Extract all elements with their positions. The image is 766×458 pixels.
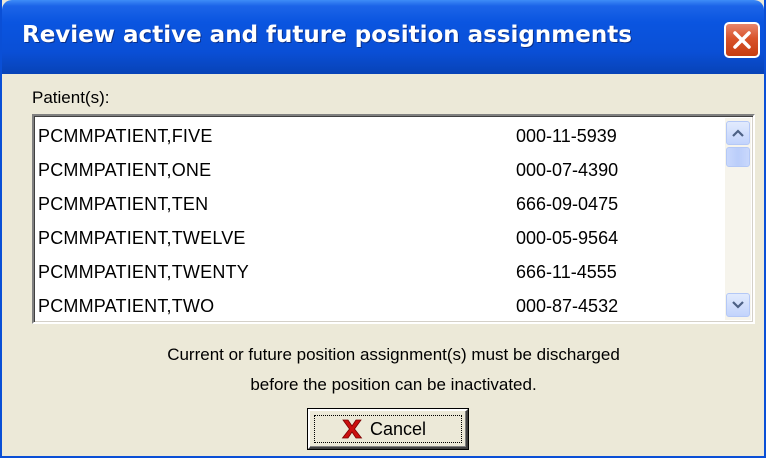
patient-name: PCMMPATIENT,TEN [38, 194, 209, 214]
scroll-thumb[interactable] [726, 147, 750, 167]
patient-ssn: 000-87-4532 [516, 296, 619, 316]
window-title: Review active and future position assign… [22, 22, 632, 48]
discharge-message: Current or future position assignment(s)… [32, 340, 755, 400]
cancel-label: Cancel [370, 419, 427, 439]
list-item[interactable]: PCMMPATIENT,FIVE 000-11-5939 [38, 120, 723, 154]
patient-ssn: 000-07-4390 [516, 160, 619, 180]
patient-ssn: 666-09-0475 [516, 194, 619, 214]
cancel-button[interactable]: Cancel [308, 409, 468, 449]
chevron-down-icon [732, 301, 744, 309]
dialog-window: Review active and future position assign… [0, 0, 766, 458]
patient-name: PCMMPATIENT,TWENTY [38, 262, 249, 282]
patient-name: PCMMPATIENT,TWO [38, 296, 215, 316]
message-line-1: Current or future position assignment(s)… [167, 345, 620, 364]
patient-ssn: 000-11-5939 [516, 126, 617, 146]
patient-rows: PCMMPATIENT,FIVE 000-11-5939 PCMMPATIENT… [38, 120, 723, 324]
list-item[interactable]: PCMMPATIENT,ONE 000-07-4390 [38, 154, 723, 188]
title-bar[interactable]: Review active and future position assign… [2, 0, 764, 74]
patient-name: PCMMPATIENT,ONE [38, 160, 212, 180]
patient-name: PCMMPATIENT,TWELVE [38, 228, 246, 248]
list-item[interactable]: PCMMPATIENT,TWO 000-87-4532 [38, 290, 723, 324]
close-icon [733, 31, 751, 49]
vertical-scrollbar[interactable] [725, 118, 751, 320]
list-item[interactable]: PCMMPATIENT,TEN 666-09-0475 [38, 188, 723, 222]
patient-list[interactable]: PCMMPATIENT,FIVE 000-11-5939 PCMMPATIENT… [32, 114, 755, 324]
patient-ssn: 000-05-9564 [516, 228, 619, 248]
scroll-up-button[interactable] [726, 121, 750, 145]
patient-ssn: 666-11-4555 [516, 262, 617, 282]
message-line-2: before the position can be inactivated. [250, 375, 537, 394]
list-item[interactable]: PCMMPATIENT,TWELVE 000-05-9564 [38, 222, 723, 256]
scroll-down-button[interactable] [726, 293, 750, 317]
close-button[interactable] [724, 22, 760, 58]
patient-name: PCMMPATIENT,FIVE [38, 126, 213, 146]
chevron-up-icon [732, 129, 744, 137]
patients-label: Patient(s): [32, 88, 110, 107]
red-x-icon [341, 419, 363, 439]
list-item[interactable]: PCMMPATIENT,TWENTY 666-11-4555 [38, 256, 723, 290]
